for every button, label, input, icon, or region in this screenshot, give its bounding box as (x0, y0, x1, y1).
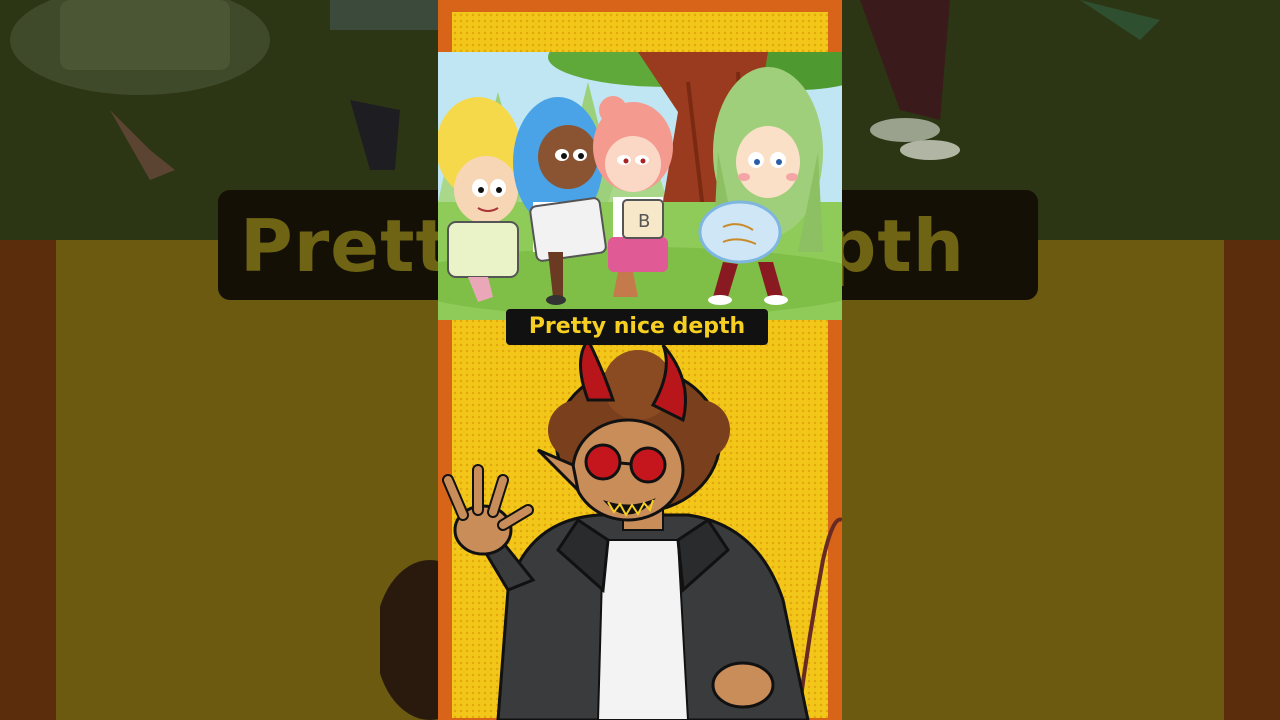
subtitle-caption: Pretty nice depth (506, 309, 768, 345)
background-edge-left (0, 240, 56, 720)
svg-text:B: B (638, 211, 650, 232)
devil-character (442, 340, 842, 720)
cartoon-clip: B (438, 52, 842, 320)
cartoon-scene: B (438, 52, 842, 320)
background-edge-right (1224, 240, 1280, 720)
video-frame: B (438, 0, 842, 720)
